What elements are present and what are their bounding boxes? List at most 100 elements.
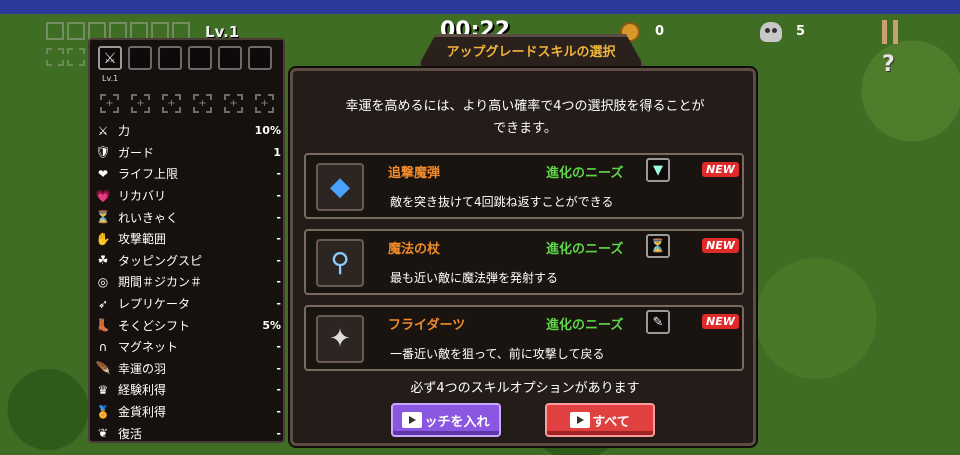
stat-row: 🏅 金貨利得 - (94, 401, 281, 423)
stat-row: ⏳ れいきゃく - (94, 206, 281, 228)
shield-icon: ▼ (646, 158, 670, 182)
feather-icon: ✎ (646, 310, 670, 334)
stat-name: れいきゃく (118, 210, 179, 225)
stat-name: 金貨利得 (118, 405, 167, 420)
pause-button[interactable] (882, 20, 898, 44)
stat-row: 🪶 幸運の羽 - (94, 358, 281, 380)
stat-row: ✋ 攻撃範囲 - (94, 228, 281, 250)
kill-count: 5 (796, 24, 806, 39)
skill-evolution-label: 進化のニーズ (546, 242, 624, 257)
weapon-slot (248, 46, 272, 70)
new-badge: NEW (702, 162, 739, 177)
skill-option[interactable]: ⚲ 魔法の杖 進化のニーズ ⏳ NEW 最も近い敵に魔法弾を発射する (304, 229, 744, 295)
status-bar (0, 0, 960, 14)
description-line: できます。 (493, 121, 557, 136)
new-badge: NEW (702, 238, 739, 253)
skill-name: 魔法の杖 (388, 242, 441, 257)
plus-icon: + (224, 94, 243, 113)
coin-count: 0 (655, 24, 665, 39)
stat-name: タッピングスピ (118, 253, 203, 268)
magic-wand-icon: ⚲ (316, 239, 364, 287)
weapon-slot (218, 46, 242, 70)
sword-icon: ⚔ (97, 123, 109, 138)
stat-value: 5% (262, 318, 281, 332)
stat-value: - (276, 383, 281, 397)
video-icon (570, 412, 591, 428)
sword-icon: ⚔ (98, 46, 122, 70)
stat-value: - (276, 340, 281, 354)
stat-value: - (276, 189, 281, 203)
stat-value: - (276, 167, 281, 181)
stat-row: ◎ 期間＃ジカン＃ - (94, 271, 281, 293)
cooldown-icon: ⏳ (646, 234, 670, 258)
new-badge: NEW (702, 314, 739, 329)
stat-value: - (276, 405, 281, 419)
medal-icon: 🏅 (95, 404, 111, 419)
help-button[interactable]: ? (882, 52, 895, 77)
stat-row: ⚔ 力 10% (94, 120, 281, 142)
blue-gem-icon: ◆ (316, 163, 364, 211)
watch-ad-button[interactable]: ッチを入れ (391, 403, 501, 437)
skill-name: 追撃魔弾 (388, 166, 441, 181)
stat-row: ☘ タッピングスピ - (94, 250, 281, 272)
skill-evolution-label: 進化のニーズ (546, 166, 624, 181)
weapon-slot (128, 46, 152, 70)
skill-option[interactable]: ◆ 追撃魔弾 進化のニーズ ▼ NEW 敵を突き抜けて4回跳ね返すことができる (304, 153, 744, 219)
stat-name: レプリケータ (118, 297, 191, 312)
stat-name: マグネット (118, 340, 179, 355)
stat-value: - (276, 361, 281, 375)
stat-value: - (276, 253, 281, 267)
plus-icon: + (100, 94, 119, 113)
stat-value: 10% (254, 124, 281, 138)
stat-name: 幸運の羽 (118, 361, 167, 376)
skill-description: 敵を突き抜けて4回跳ね返すことができる (390, 195, 614, 209)
feather-icon: 🪶 (95, 361, 111, 376)
stat-name: そくどシフト (118, 318, 191, 333)
stat-row: 💗 リカバリ - (94, 185, 281, 207)
skill-description: 最も近い敵に魔法弾を発射する (390, 271, 559, 285)
stat-name: リカバリ (118, 189, 167, 204)
dialog-title: アップグレードスキルの選択 (446, 45, 616, 60)
stat-row: ♛ 経験利得 - (94, 379, 281, 401)
hud-passive-slots (46, 48, 85, 66)
hud-passive-slot (46, 48, 64, 66)
stat-row: ∩ マグネット - (94, 336, 281, 358)
weapon-slots: ⚔ (98, 46, 272, 70)
heart-plus-icon: 💗 (95, 188, 111, 203)
skull-icon (760, 22, 782, 42)
all-skills-button[interactable]: すべて (545, 403, 655, 437)
weapon-slot (158, 46, 182, 70)
skill-description: 一番近い敵を狙って、前に攻撃して戻る (390, 347, 605, 361)
skill-name: フライダーツ (388, 318, 466, 333)
hud-weapon-slot (46, 22, 64, 40)
plus-icon: + (131, 94, 150, 113)
plus-icon: + (193, 94, 212, 113)
skill-option[interactable]: ✦ フライダーツ 進化のニーズ ✎ NEW 一番近い敵を狙って、前に攻撃して戻る (304, 305, 744, 371)
stat-value: 1 (273, 145, 281, 159)
skill-evolution-label: 進化のニーズ (546, 318, 624, 333)
dialog-footer-text: 必ず4つのスキルオプションがあります (410, 381, 640, 396)
tapping-icon: ☘ (97, 253, 109, 268)
hud-timer: 00:22 (440, 18, 511, 34)
stat-row: ➶ レプリケータ - (94, 293, 281, 315)
stat-name: 復活 (118, 426, 143, 441)
dialog-description: 幸運を高めるには、より高い確率で4つの選択肢を得ることが できます。 (300, 96, 750, 140)
stat-name: 攻撃範囲 (118, 232, 167, 247)
shuriken-icon: ✦ (316, 315, 364, 363)
stat-name: 力 (118, 124, 131, 139)
stat-name: ガード (118, 145, 155, 160)
stats-panel: ⚔ Lv.1 + + + + + + ⚔ 力 10% 🛡 ガード 1 ❤ ライフ上限 - 💗 リカバ… (88, 38, 285, 443)
weapon-level: Lv.1 (102, 74, 119, 83)
stat-value: - (276, 210, 281, 224)
stat-row: ❦ 復活 - (94, 422, 281, 444)
hud-weapon-slot (67, 22, 85, 40)
plus-icon: + (162, 94, 181, 113)
stat-value: - (276, 426, 281, 440)
boot-icon: 👢 (95, 318, 111, 333)
all-skills-label: すべて (592, 414, 630, 430)
stat-value: - (276, 275, 281, 289)
stat-row: 🛡 ガード 1 (94, 142, 281, 164)
description-line: 幸運を高めるには、より高い確率で4つの選択肢を得ることが (345, 99, 705, 114)
heart-icon: ❤ (97, 166, 109, 181)
duration-icon: ◎ (97, 274, 109, 289)
